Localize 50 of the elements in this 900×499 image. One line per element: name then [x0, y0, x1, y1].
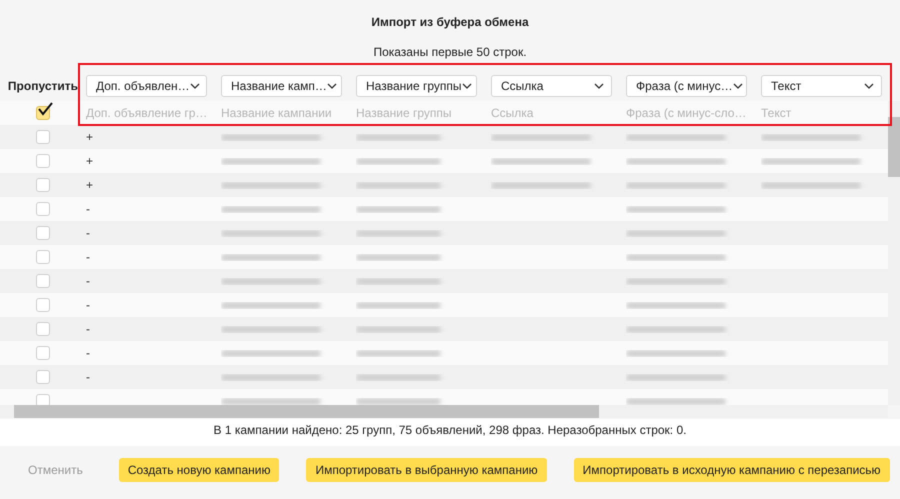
- import-button[interactable]: Импортировать в исходную кампанию с перезаписью: [574, 458, 890, 482]
- checkbox[interactable]: [36, 130, 50, 144]
- column-name-field[interactable]: Текст: [761, 106, 882, 120]
- checkbox[interactable]: [36, 322, 50, 336]
- checkbox[interactable]: [36, 298, 50, 312]
- dialog-subtitle: Показаны первые 50 строк.: [373, 45, 527, 59]
- chevron-down-icon: [190, 83, 200, 89]
- checkbox[interactable]: [36, 274, 50, 288]
- checkbox[interactable]: [36, 394, 50, 405]
- column-name-field[interactable]: Название кампании: [221, 106, 342, 120]
- summary-text: В 1 кампании найдено: 25 групп, 75 объявлений, 298 фраз. Неразобранных строк: 0.: [0, 419, 900, 446]
- table-cell: -: [86, 250, 90, 264]
- checkbox[interactable]: [36, 154, 50, 168]
- column-name-field[interactable]: Доп. объявление гр…: [86, 106, 207, 120]
- table-cell: +: [86, 154, 94, 168]
- column-type-dropdown[interactable]: Текст: [761, 75, 882, 97]
- checkbox[interactable]: [36, 178, 50, 192]
- checkbox[interactable]: [36, 346, 50, 360]
- checkbox[interactable]: [36, 370, 50, 384]
- table-cell: -: [86, 322, 90, 336]
- dialog-title: Импорт из буфера обмена: [371, 15, 529, 29]
- table-cell: -: [86, 274, 90, 288]
- import-button[interactable]: Создать новую кампанию: [118, 458, 280, 482]
- table-cell: +: [86, 130, 94, 144]
- table-cell: -: [86, 346, 90, 360]
- chevron-down-icon: [594, 83, 604, 89]
- vertical-scrollbar[interactable]: [888, 101, 900, 405]
- column-name-field[interactable]: Название группы: [356, 106, 477, 120]
- table-cell: +: [86, 178, 94, 192]
- chevron-down-icon: [732, 83, 743, 89]
- checkbox[interactable]: [36, 226, 50, 240]
- chevron-down-icon: [462, 83, 472, 89]
- chevron-down-icon: [326, 83, 337, 89]
- table-cell: -: [86, 226, 90, 240]
- column-type-dropdown[interactable]: Название группы: [356, 75, 477, 97]
- table-cell: -: [86, 202, 90, 216]
- checkbox[interactable]: [36, 250, 50, 264]
- skip-column-header: Пропустить: [6, 79, 79, 93]
- table-cell: -: [86, 298, 90, 312]
- chevron-down-icon: [864, 83, 874, 89]
- column-type-dropdown[interactable]: Фраза (с минус…: [626, 75, 747, 97]
- column-name-field[interactable]: Фраза (с минус-сло…: [626, 106, 747, 120]
- column-type-dropdown[interactable]: Доп. объявлен…: [86, 75, 207, 97]
- table-cell: -: [86, 370, 90, 384]
- column-name-field[interactable]: Ссылка: [491, 106, 612, 120]
- column-type-dropdown[interactable]: Название камп…: [221, 75, 342, 97]
- import-button[interactable]: Импортировать в выбранную кампанию: [306, 458, 547, 482]
- horizontal-scrollbar[interactable]: [0, 405, 888, 418]
- column-type-dropdown[interactable]: Ссылка: [491, 75, 612, 97]
- checkbox[interactable]: [36, 202, 50, 216]
